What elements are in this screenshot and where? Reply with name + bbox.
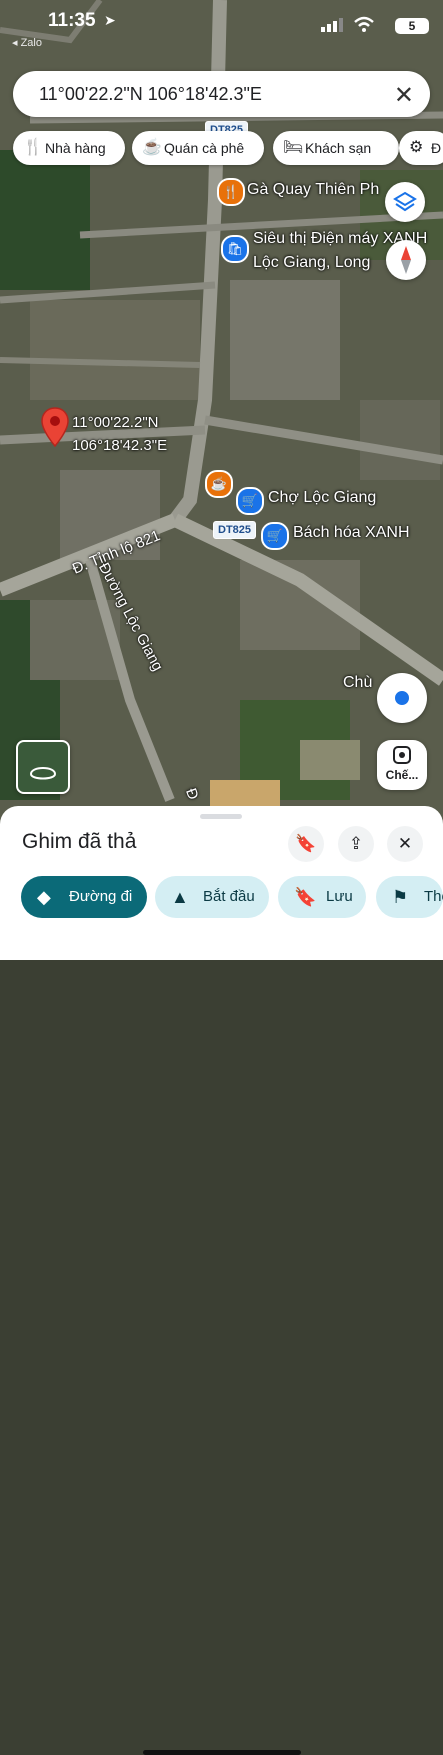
chip-label: Quán cà phê xyxy=(164,140,245,156)
chip-label: Khách sạn xyxy=(305,140,372,156)
bookmark-icon: 🔖 xyxy=(295,834,317,853)
label-text: Thê xyxy=(424,888,443,905)
pin-label-lng: 106°18'42.3"E xyxy=(72,437,168,454)
bookmark-icon: 🔖 xyxy=(294,887,317,907)
sheet-drag-handle[interactable] xyxy=(200,814,242,819)
chip-label: Nhà hàng xyxy=(45,140,106,156)
share-icon: ⇪ xyxy=(348,834,364,853)
street-view-label: Chế... xyxy=(385,768,419,782)
flag-icon: ⚑ xyxy=(392,887,409,907)
coffee-poi-icon[interactable]: ☕ xyxy=(205,470,233,498)
my-location-icon xyxy=(393,689,411,707)
chip-more[interactable]: ⚙ Đ xyxy=(399,131,443,165)
back-to-app-link[interactable]: ◂ Zalo xyxy=(12,36,42,49)
save-label: Lưu xyxy=(326,888,353,905)
chip-hotels[interactable]: 🛏 Khách sạn xyxy=(273,131,399,165)
signal-icon xyxy=(321,18,343,32)
pin-label-lat: 11°00'22.2"N xyxy=(72,414,159,431)
gear-icon: ⚙ xyxy=(409,139,424,156)
share-button[interactable]: ⇪ xyxy=(338,826,374,862)
bed-icon: 🛏 xyxy=(283,139,304,156)
place-label-bach-hoa-xanh[interactable]: Bách hóa XANH xyxy=(293,524,410,542)
save-button[interactable]: 🔖 Lưu xyxy=(278,876,366,918)
street-view-button[interactable]: Chế... xyxy=(377,740,427,790)
label-button[interactable]: ⚑ Thê xyxy=(376,876,443,918)
place-label-cho-loc-giang[interactable]: Chợ Lộc Giang xyxy=(268,489,376,507)
wifi-icon xyxy=(354,16,374,32)
place-label-chu[interactable]: Chù xyxy=(343,674,372,692)
battery-indicator: 5 xyxy=(395,18,429,34)
place-label-ga-quay[interactable]: Gà Quay Thiên Ph xyxy=(247,181,379,199)
shopping-cart-icon[interactable]: 🛒 xyxy=(236,487,264,515)
chip-restaurants[interactable]: 🍴 Nhà hàng xyxy=(13,131,125,165)
my-location-button[interactable] xyxy=(377,673,427,723)
shopping-cart-icon[interactable]: 🛒 xyxy=(261,522,289,550)
search-input[interactable]: 11°00'22.2"N 106°18'42.3"E xyxy=(39,84,262,105)
chip-label: Đ xyxy=(431,140,442,156)
coffee-icon: ☕ xyxy=(142,139,162,156)
location-arrow-icon: ➤ xyxy=(104,12,116,28)
status-time: 11:35 xyxy=(48,10,96,31)
restaurant-poi-icon[interactable]: 🍴 xyxy=(217,178,245,206)
street-view-thumbnail[interactable] xyxy=(16,740,70,794)
compass-icon xyxy=(401,246,411,274)
directions-button[interactable]: ◆ Đường đi xyxy=(21,876,147,918)
sheet-title: Ghim đã thả xyxy=(22,830,137,853)
layers-button[interactable] xyxy=(385,182,425,222)
fork-knife-icon: 🍴 xyxy=(23,139,43,156)
directions-icon: ◆ xyxy=(37,887,51,907)
rotate-360-icon xyxy=(30,767,56,780)
place-bottom-sheet[interactable]: Ghim đã thả 🔖 ⇪ ✕ ◆ Đường đi ▲ Bắt đầu 🔖… xyxy=(0,806,443,1755)
start-button[interactable]: ▲ Bắt đầu xyxy=(155,876,269,918)
search-bar[interactable]: 11°00'22.2"N 106°18'42.3"E ✕ xyxy=(13,71,430,117)
layers-icon xyxy=(393,191,417,212)
shopping-bag-icon[interactable]: 🛍 xyxy=(221,235,249,263)
status-bar: 11:35 ➤ ◂ Zalo 5 xyxy=(0,0,443,49)
directions-label: Đường đi xyxy=(69,888,133,905)
chip-coffee[interactable]: ☕ Quán cà phê xyxy=(132,131,264,165)
place-label-sieu-thi-line2[interactable]: Lộc Giang, Long xyxy=(253,254,370,272)
close-icon[interactable]: ✕ xyxy=(394,81,414,110)
navigation-arrow-icon: ▲ xyxy=(171,887,189,907)
close-icon: ✕ xyxy=(397,834,413,853)
road-badge-dt825: DT825 xyxy=(213,521,257,539)
dropped-pin-icon[interactable] xyxy=(40,406,70,448)
start-label: Bắt đầu xyxy=(203,888,255,905)
home-indicator[interactable] xyxy=(143,1750,301,1755)
lens-camera-icon xyxy=(393,746,411,764)
save-icon-button[interactable]: 🔖 xyxy=(288,826,324,862)
compass-button[interactable] xyxy=(386,240,426,280)
close-sheet-button[interactable]: ✕ xyxy=(387,826,423,862)
